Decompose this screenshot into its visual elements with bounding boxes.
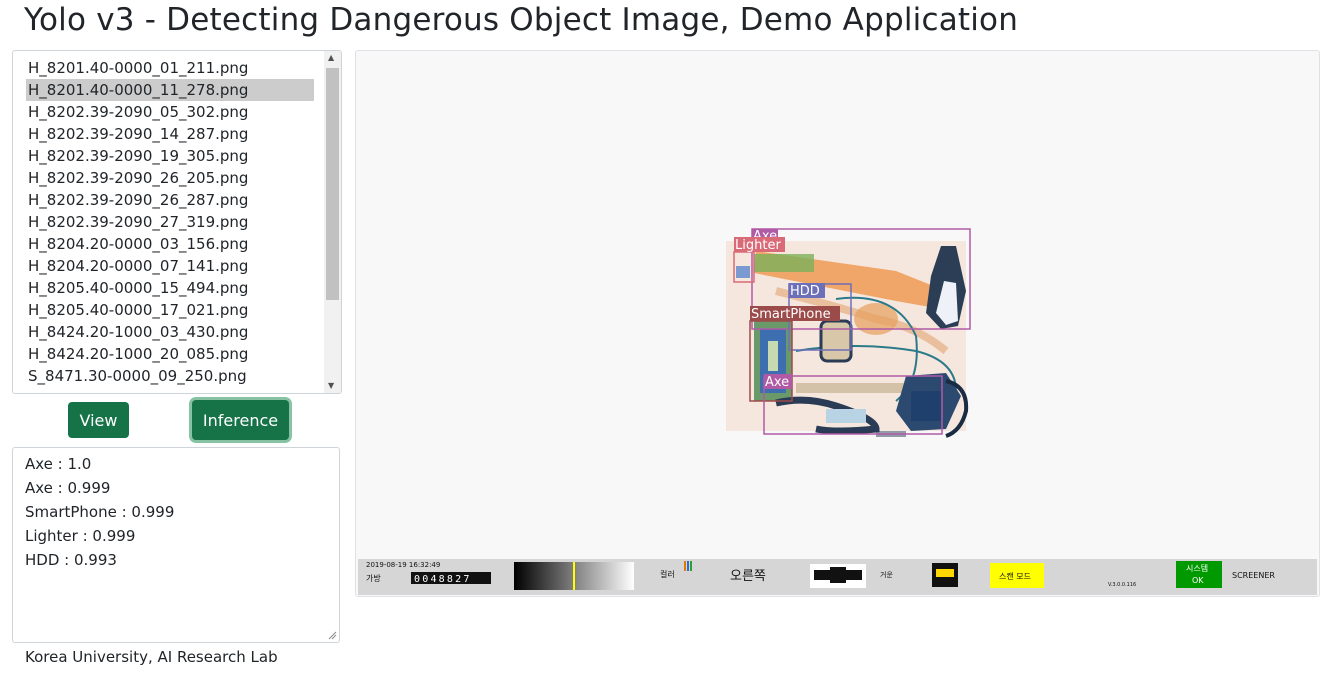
file-list-item[interactable]: H_8201.40-0000_11_278.png (26, 79, 314, 101)
result-line: SmartPhone : 0.999 (25, 503, 175, 521)
xray-contents (726, 241, 969, 438)
file-list-item[interactable]: H_8424.20-1000_03_430.png (26, 321, 314, 343)
color-label: 컬러 (660, 570, 675, 579)
file-list-item[interactable]: H_8202.39-2090_26_205.png (26, 167, 314, 189)
file-list-item[interactable]: S_8471.30-0000_09_250.png (26, 365, 314, 387)
file-list-item[interactable]: H_8424.20-1000_20_085.png (26, 343, 314, 365)
result-line: Axe : 1.0 (25, 455, 92, 473)
file-list-item[interactable]: H_8205.40-0000_17_021.png (26, 299, 314, 321)
file-list-items: H_8201.40-0000_01_211.png H_8201.40-0000_… (26, 57, 314, 387)
scrollbar-thumb[interactable] (326, 68, 339, 300)
file-list-item[interactable]: H_8204.20-0000_07_141.png (26, 255, 314, 277)
version-label: V.3.0.0.116 (1108, 582, 1136, 588)
svg-text:SmartPhone: SmartPhone (751, 307, 831, 322)
xray-image: Axe Lighter HDD SmartPhone Axe (726, 228, 971, 438)
scroll-up-icon[interactable]: ▲ (328, 53, 334, 62)
inference-button[interactable]: Inference (192, 400, 289, 440)
system-status-value: OK (1192, 576, 1204, 585)
results-list: Axe : 1.0 Axe : 0.999 SmartPhone : 0.999 Li… (25, 452, 174, 572)
conveyor-icon (932, 563, 958, 587)
file-list-scrollbar[interactable]: ▲ ▼ (324, 51, 341, 393)
scanner-status-bar: 2019-08-19 16:32:49 가방 0048827 컬러 오른쪽 거운… (358, 559, 1317, 595)
belt-icon (810, 564, 866, 588)
file-list-item[interactable]: H_8205.40-0000_15_494.png (26, 277, 314, 299)
result-line: Axe : 0.999 (25, 479, 111, 497)
weight-label: 거운 (880, 570, 893, 579)
role-label: SCREENER (1232, 571, 1275, 580)
page-title: Yolo v3 - Detecting Dangerous Object Ima… (24, 2, 1019, 38)
file-list-item[interactable]: H_8204.20-0000_03_156.png (26, 233, 314, 255)
scroll-down-icon[interactable]: ▼ (328, 381, 334, 390)
file-list-item[interactable]: H_8202.39-2090_26_287.png (26, 189, 314, 211)
svg-text:Axe: Axe (765, 375, 789, 390)
footer-credit: Korea University, AI Research Lab (25, 648, 278, 666)
direction-label: 오른쪽 (730, 569, 766, 584)
file-list[interactable]: H_8201.40-0000_01_211.png H_8201.40-0000_… (12, 50, 342, 394)
svg-text:HDD: HDD (790, 284, 820, 299)
file-list-item[interactable]: H_8202.39-2090_19_305.png (26, 145, 314, 167)
svg-text:Lighter: Lighter (735, 238, 781, 253)
file-list-item[interactable]: H_8202.39-2090_05_302.png (26, 101, 314, 123)
file-list-item[interactable]: H_8201.40-0000_01_211.png (26, 57, 314, 79)
density-marker (573, 562, 575, 590)
file-list-item[interactable]: H_8202.39-2090_14_287.png (26, 123, 314, 145)
result-line: Lighter : 0.999 (25, 527, 136, 545)
image-viewer: Axe Lighter HDD SmartPhone Axe 2019-08-1… (355, 50, 1320, 597)
svg-text:시스템: 시스템 (1186, 563, 1208, 573)
bag-count: 0048827 (414, 574, 472, 585)
result-line: HDD : 0.993 (25, 551, 117, 569)
resize-grip-icon[interactable] (328, 631, 337, 640)
view-button[interactable]: View (68, 402, 129, 438)
file-list-item[interactable]: H_8202.39-2090_27_319.png (26, 211, 314, 233)
results-textarea[interactable]: Axe : 1.0 Axe : 0.999 SmartPhone : 0.999 Li… (12, 447, 340, 643)
scan-mode-label: 스캔 모드 (999, 571, 1031, 581)
scan-timestamp: 2019-08-19 16:32:49 (366, 561, 440, 569)
bag-label: 가방 (366, 573, 381, 583)
